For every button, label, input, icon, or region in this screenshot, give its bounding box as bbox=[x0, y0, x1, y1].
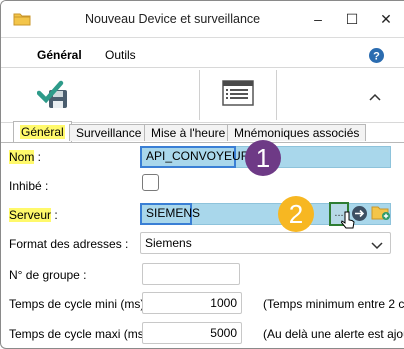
title-bar: Nouveau Device et surveillance – ☐ ✕ bbox=[1, 1, 404, 38]
window-title: Nouveau Device et surveillance bbox=[85, 12, 261, 26]
serveur-label-colon: : bbox=[51, 208, 58, 222]
tab-surveillance[interactable]: Surveillance bbox=[69, 124, 149, 141]
nom-label: Nom : bbox=[9, 150, 41, 164]
chevron-down-icon[interactable] bbox=[371, 239, 383, 253]
serveur-label: Serveur : bbox=[9, 208, 58, 222]
folder-add-icon[interactable] bbox=[371, 204, 391, 224]
callout-badge-1: 1 bbox=[245, 140, 281, 176]
cycle-maxi-input[interactable]: 5000 bbox=[142, 322, 242, 344]
nom-label-colon: : bbox=[34, 150, 42, 164]
groupe-input[interactable] bbox=[142, 263, 240, 285]
mouse-pointer-icon bbox=[340, 211, 355, 234]
svg-text:?: ? bbox=[373, 51, 380, 63]
callout-badge-2: 2 bbox=[278, 196, 314, 232]
tab-mnemoniques[interactable]: Mnémoniques associés bbox=[227, 124, 367, 141]
groupe-label: N° de groupe : bbox=[9, 268, 87, 282]
validate-save-icon[interactable] bbox=[36, 80, 71, 113]
dialog-window: Nouveau Device et surveillance – ☐ ✕ Gén… bbox=[0, 0, 404, 349]
inhibe-checkbox[interactable] bbox=[142, 174, 159, 191]
cycle-mini-label: Temps de cycle mini (ms) : bbox=[9, 297, 152, 311]
close-button[interactable]: ✕ bbox=[375, 8, 397, 30]
ribbon-tab-general[interactable]: Général bbox=[37, 48, 82, 70]
chevron-up-icon[interactable] bbox=[369, 90, 381, 104]
cycle-mini-hint: (Temps minimum entre 2 cycle bbox=[263, 297, 404, 311]
ribbon-separator bbox=[199, 70, 200, 120]
serveur-label-text: Serveur bbox=[9, 208, 52, 222]
tab-general[interactable]: Général bbox=[13, 121, 72, 142]
folder-app-icon bbox=[13, 12, 31, 29]
content-tab-bar: Général Surveillance Mise à l'heure Mném… bbox=[1, 121, 404, 143]
nom-label-text: Nom bbox=[9, 150, 35, 164]
format-select[interactable]: Siemens bbox=[140, 232, 391, 254]
ribbon-tab-bar: Général Outils bbox=[1, 38, 404, 70]
cycle-mini-input[interactable]: 1000 bbox=[142, 292, 242, 314]
list-window-icon[interactable] bbox=[222, 80, 254, 109]
help-icon[interactable]: ? bbox=[368, 47, 385, 67]
serveur-input[interactable]: SIEMENS bbox=[140, 203, 200, 225]
format-label: Format des adresses : bbox=[9, 237, 129, 251]
tab-mise-a-l-heure[interactable]: Mise à l'heure bbox=[144, 124, 233, 141]
minimize-button[interactable]: – bbox=[307, 8, 329, 30]
cycle-maxi-label: Temps de cycle maxi (ms) : bbox=[9, 327, 155, 341]
ribbon-tab-outils[interactable]: Outils bbox=[105, 48, 136, 62]
cycle-maxi-hint: (Au delà une alerte est ajoute bbox=[263, 327, 404, 341]
ribbon-separator bbox=[276, 70, 277, 120]
ribbon-toolbar bbox=[1, 67, 404, 123]
tab-general-label: Général bbox=[20, 125, 65, 139]
inhibe-label: Inhibé : bbox=[9, 179, 49, 193]
nom-input[interactable]: API_CONVOYEUR bbox=[140, 146, 249, 168]
maximize-button[interactable]: ☐ bbox=[341, 8, 363, 30]
